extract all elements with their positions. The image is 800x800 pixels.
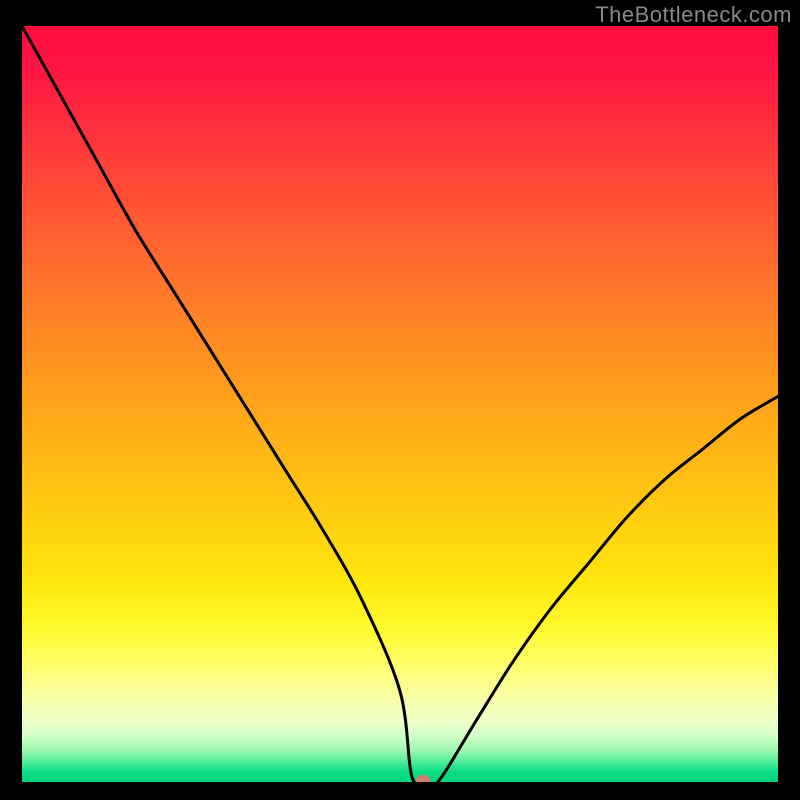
- bottleneck-curve: [22, 26, 778, 782]
- plot-area: [22, 26, 778, 782]
- chart-container: TheBottleneck.com: [0, 0, 800, 800]
- attribution-label: TheBottleneck.com: [595, 2, 792, 28]
- optimal-point-marker: [416, 775, 430, 782]
